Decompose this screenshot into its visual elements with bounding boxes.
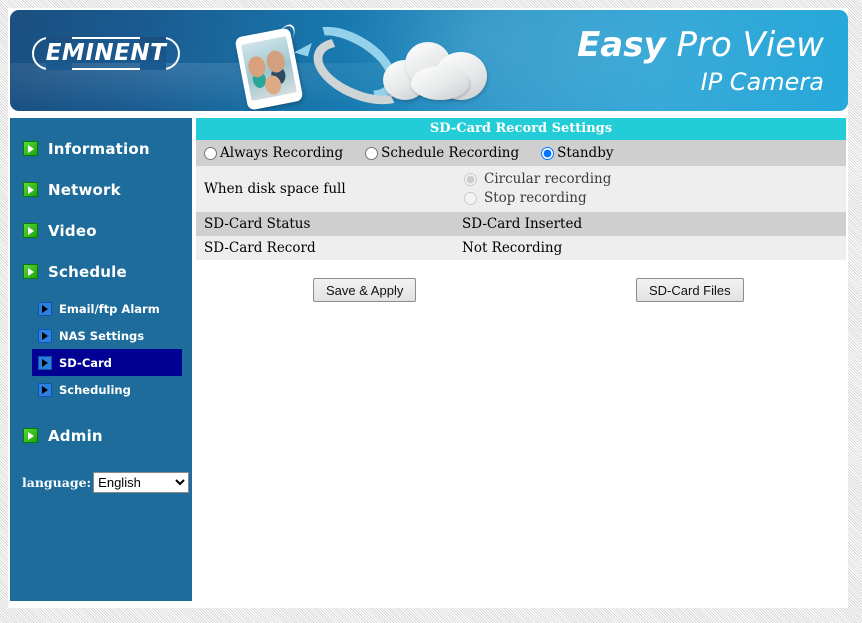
radio-always-recording-label: Always Recording <box>220 145 344 161</box>
save-apply-button[interactable]: Save & Apply <box>313 278 417 302</box>
play-blue-icon <box>38 328 52 343</box>
radio-circular-recording[interactable]: Circular recording <box>462 170 846 189</box>
eminent-logo: EMINENT <box>32 37 180 70</box>
page-sheet: EMINENT Easy Pro View IP Camera Informat… <box>8 8 848 608</box>
action-button-row: Save & Apply SD-Card Files <box>196 278 846 312</box>
sidebar-subitem-label: NAS Settings <box>59 328 145 343</box>
sidebar-item-sd-card[interactable]: SD-Card <box>32 349 182 376</box>
sidebar-item-label: Video <box>48 221 97 240</box>
play-green-icon <box>23 182 38 197</box>
radio-circular-recording-label: Circular recording <box>484 171 612 187</box>
sidebar: Information Network Video Schedule Email… <box>10 118 192 601</box>
play-green-icon <box>23 223 38 238</box>
photo-person-2 <box>264 49 287 75</box>
language-label: language: <box>22 475 92 490</box>
row-value-sd-record: Not Recording <box>454 236 846 260</box>
language-select[interactable]: English <box>93 472 190 493</box>
eminent-logo-text: EMINENT <box>45 40 167 66</box>
row-label-disk-full: When disk space full <box>196 166 454 212</box>
brand-proview: Pro View <box>665 25 824 65</box>
radio-circular-recording-input[interactable] <box>464 173 477 186</box>
settings-table: When disk space full Circular recording … <box>196 166 846 260</box>
table-row-disk-full: When disk space full Circular recording … <box>196 166 846 212</box>
header-banner: EMINENT Easy Pro View IP Camera <box>10 10 848 111</box>
table-row-sd-record: SD-Card Record Not Recording <box>196 236 846 260</box>
radio-standby[interactable]: Standby <box>541 145 613 161</box>
sidebar-item-nas-settings[interactable]: NAS Settings <box>32 322 182 349</box>
sidebar-subitem-label: SD-Card <box>59 355 112 370</box>
sidebar-item-information[interactable]: Information <box>10 128 192 169</box>
radio-schedule-recording-label: Schedule Recording <box>381 145 520 161</box>
sidebar-item-label: Information <box>48 139 150 158</box>
sidebar-item-admin[interactable]: Admin <box>10 415 192 456</box>
brand-title: Easy Pro View IP Camera <box>577 28 824 94</box>
radio-schedule-recording[interactable]: Schedule Recording <box>365 145 519 161</box>
row-value-sd-status: SD-Card Inserted <box>454 212 846 236</box>
play-blue-icon <box>38 355 52 370</box>
sidebar-item-schedule[interactable]: Schedule <box>10 251 192 292</box>
sidebar-item-label: Network <box>48 180 121 199</box>
sidebar-subnav-schedule: Email/ftp Alarm NAS Settings SD-Card Sch… <box>10 295 192 403</box>
radio-schedule-recording-input[interactable] <box>365 146 379 160</box>
sd-card-files-button[interactable]: SD-Card Files <box>636 278 744 302</box>
language-selector-row: language: English <box>22 472 192 493</box>
sidebar-item-label: Admin <box>48 426 103 445</box>
play-green-icon <box>23 264 38 279</box>
banner-graphic <box>225 11 495 111</box>
cloud-icon <box>383 40 493 102</box>
photo-person-1 <box>246 54 268 79</box>
table-row-sd-status: SD-Card Status SD-Card Inserted <box>196 212 846 236</box>
play-green-icon <box>23 428 38 443</box>
page-title: SD-Card Record Settings <box>196 118 846 140</box>
sidebar-item-network[interactable]: Network <box>10 169 192 210</box>
sidebar-item-video[interactable]: Video <box>10 210 192 251</box>
radio-always-recording[interactable]: Always Recording <box>204 145 343 161</box>
sidebar-item-email-ftp-alarm[interactable]: Email/ftp Alarm <box>32 295 182 322</box>
radio-stop-recording[interactable]: Stop recording <box>462 189 846 208</box>
sidebar-subitem-label: Email/ftp Alarm <box>59 301 160 316</box>
play-green-icon <box>23 141 38 156</box>
radio-standby-input[interactable] <box>541 146 555 160</box>
radio-standby-label: Standby <box>557 145 614 161</box>
row-label-sd-status: SD-Card Status <box>196 212 454 236</box>
tablet-device-icon <box>234 27 304 111</box>
tablet-screen <box>240 36 297 101</box>
sidebar-item-label: Schedule <box>48 262 127 281</box>
radio-always-recording-input[interactable] <box>204 146 217 160</box>
play-blue-icon <box>38 382 52 397</box>
sidebar-item-scheduling[interactable]: Scheduling <box>32 376 182 403</box>
radio-stop-recording-input[interactable] <box>464 192 477 205</box>
row-label-sd-record: SD-Card Record <box>196 236 454 260</box>
page-frame: EMINENT Easy Pro View IP Camera Informat… <box>0 0 862 623</box>
brand-easy: Easy <box>577 25 666 65</box>
play-blue-icon <box>38 301 52 316</box>
main-content: SD-Card Record Settings Always Recording… <box>196 118 846 312</box>
brand-subtitle: IP Camera <box>700 68 824 96</box>
record-mode-radio-group: Always Recording Schedule Recording Stan… <box>196 140 846 166</box>
row-value-disk-full: Circular recording Stop recording <box>454 166 846 212</box>
photo-person-3 <box>263 74 283 96</box>
sidebar-subitem-label: Scheduling <box>59 382 131 397</box>
radio-stop-recording-label: Stop recording <box>484 190 587 206</box>
